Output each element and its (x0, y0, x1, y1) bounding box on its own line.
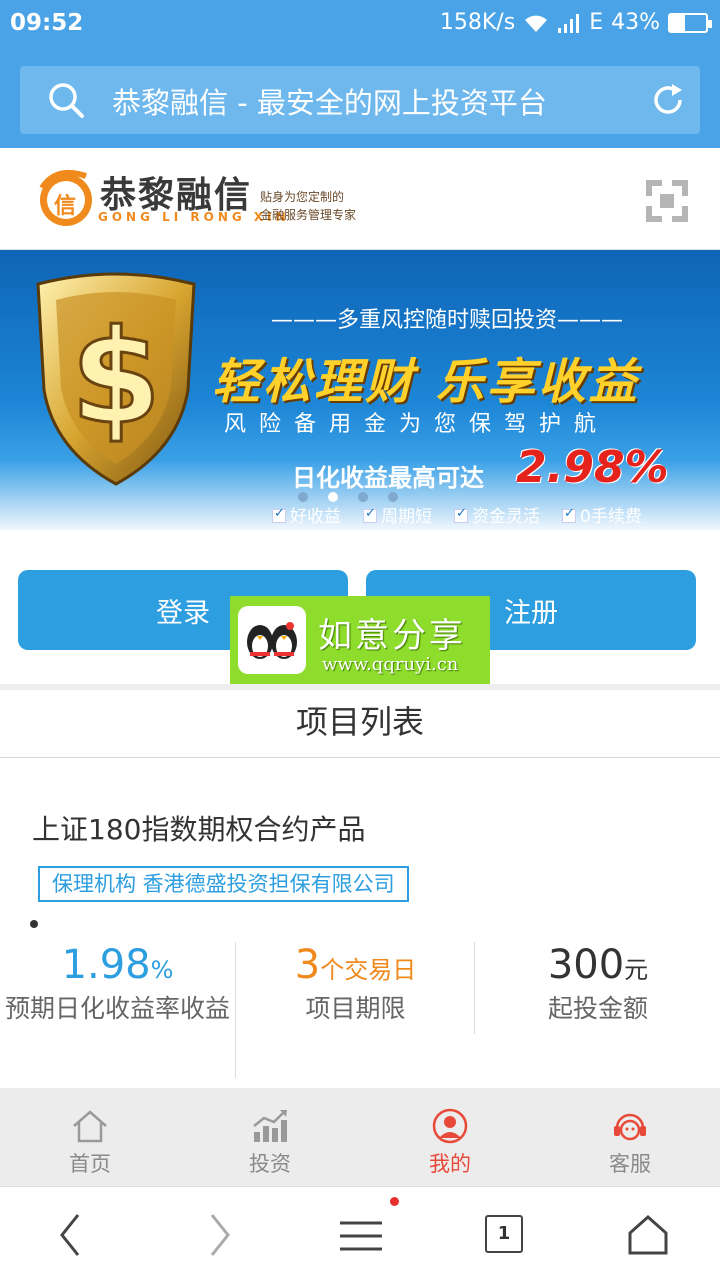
browser-bottom-bar: 1 (0, 1186, 720, 1280)
stat-unit: 元 (624, 956, 649, 984)
back-icon[interactable] (42, 1205, 102, 1265)
stat-label: 预期日化收益率收益 (4, 994, 230, 1023)
logo-slogan-line2: 金融服务管理专家 (260, 208, 357, 222)
signal-icon (558, 13, 580, 33)
battery-icon (668, 12, 712, 33)
home-icon[interactable] (618, 1205, 678, 1265)
penguin-logo-icon (238, 606, 306, 674)
banner-feature: 资金灵活 (454, 502, 540, 527)
refresh-icon[interactable] (650, 82, 686, 118)
search-icon[interactable] (46, 80, 86, 120)
stat-value: 300 (547, 942, 625, 988)
banner-feature: 0手续费 (562, 502, 642, 527)
tabs-button[interactable]: 1 (485, 1215, 523, 1253)
logo-slogan-line1: 贴身为您定制的 (260, 190, 345, 204)
dollar-shield-icon: $ (36, 272, 196, 486)
stat-daily-yield: 1.98% 预期日化收益率收益 (0, 942, 236, 1078)
stat-value: 3 (294, 942, 321, 988)
battery-percent: 43% (611, 10, 660, 35)
status-time: 09:52 (10, 10, 84, 36)
headset-icon (614, 1113, 646, 1141)
checkbox-icon (454, 506, 468, 523)
nav-invest[interactable]: 投资 (180, 1088, 360, 1186)
nav-label: 我的 (429, 1152, 471, 1176)
watermark-title: 如意分享 (318, 616, 466, 656)
user-icon (432, 1108, 468, 1144)
banner-subtitle-top: ———多重风控随时赎回投资——— (270, 308, 623, 333)
menu-grid-icon[interactable] (644, 178, 690, 224)
banner-feature-label: 周期短 (381, 507, 432, 527)
address-box[interactable]: 恭黎融信 - 最安全的网上投资平台 (20, 66, 700, 134)
checkbox-icon (272, 506, 286, 523)
banner-feature: 周期短 (363, 502, 432, 527)
banner-feature-label: 0手续费 (580, 507, 642, 527)
banner-yield-text: 日化收益最高可达 (292, 464, 484, 492)
promo-banner[interactable]: $ ———多重风控随时赎回投资——— 轻松理财 乐享收益 风险备用金为您保驾护航… (0, 250, 720, 530)
carousel-dot[interactable] (388, 492, 398, 502)
wifi-icon (525, 15, 548, 32)
app-bottom-nav: 首页 投资 我的 客服 (0, 1088, 720, 1186)
network-speed: 158K/s (439, 10, 516, 35)
carousel-dot[interactable] (358, 492, 368, 502)
carousel-dot[interactable] (328, 492, 338, 502)
banner-feature: 好收益 (272, 502, 341, 527)
nav-label: 客服 (609, 1152, 651, 1176)
stat-min-investment: 300元 起投金额 (476, 942, 720, 1078)
stat-value: 1.98 (61, 942, 151, 988)
status-bar: 09:52 158K/s E 43% (0, 0, 720, 52)
checkbox-icon (363, 506, 377, 523)
guarantor-badge: 保理机构 香港德盛投资担保有限公司 (38, 866, 409, 902)
section-title: 项目列表 (0, 690, 720, 758)
list-bullet (30, 920, 38, 928)
nav-home[interactable]: 首页 (0, 1088, 180, 1186)
stat-term: 3个交易日 项目期限 (237, 942, 475, 1034)
site-header: 信 恭黎融信 GONG LI RONG XIN 贴身为您定制的 金融服务管理专家 (0, 148, 720, 250)
watermark-url: www.qqruyi.cn (322, 654, 459, 675)
stat-label: 项目期限 (305, 994, 406, 1023)
banner-features: 好收益 周期短 资金灵活 0手续费 (272, 502, 642, 527)
banner-headline: 轻松理财 乐享收益 (212, 354, 640, 410)
forward-icon[interactable] (188, 1205, 248, 1265)
banner-feature-label: 资金灵活 (472, 507, 540, 527)
notification-dot (390, 1197, 399, 1206)
banner-subtitle-mid: 风险备用金为您保驾护航 (224, 412, 610, 437)
status-right: 158K/s E 43% (439, 10, 712, 35)
watermark-overlay: 如意分享 www.qqruyi.cn (230, 596, 490, 684)
carousel-dots[interactable] (298, 492, 398, 502)
carousel-dot[interactable] (298, 492, 308, 502)
nav-label: 投资 (249, 1152, 291, 1176)
stat-unit: 个交易日 (320, 956, 417, 984)
banner-feature-label: 好收益 (290, 507, 341, 527)
product-name[interactable]: 上证180指数期权合约产品 (32, 808, 365, 848)
banner-yield-value: 2.98% (516, 442, 669, 493)
menu-icon[interactable] (330, 1205, 390, 1265)
page-title[interactable]: 恭黎融信 - 最安全的网上投资平台 (112, 80, 547, 122)
chart-icon (253, 1110, 287, 1142)
checkbox-icon (562, 506, 576, 523)
nav-service[interactable]: 客服 (540, 1088, 720, 1186)
stat-unit: % (150, 956, 174, 984)
browser-address-bar: 恭黎融信 - 最安全的网上投资平台 (0, 52, 720, 148)
svg-text:$: $ (71, 301, 161, 453)
nav-label: 首页 (69, 1152, 111, 1176)
nav-mine[interactable]: 我的 (360, 1088, 540, 1186)
home-icon (73, 1110, 107, 1143)
stat-label: 起投金额 (547, 994, 648, 1023)
logo-badge-char: 信 (54, 194, 77, 219)
network-type: E (589, 10, 604, 35)
